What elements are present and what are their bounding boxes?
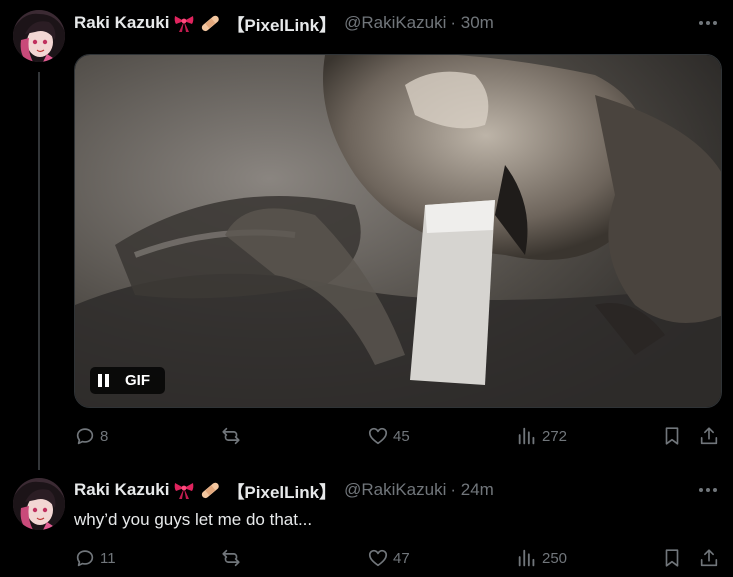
like-count: 47 — [393, 549, 410, 567]
reply-icon — [76, 428, 94, 445]
views-icon — [518, 549, 535, 567]
gif-label: GIF — [125, 372, 150, 389]
affiliation-label: 【PixelLink】 — [227, 482, 337, 502]
bandage-icon — [199, 13, 221, 33]
bookmark-button[interactable] — [661, 546, 683, 570]
share-icon — [700, 427, 718, 445]
reply-button[interactable]: 11 — [74, 546, 116, 570]
share-button[interactable] — [698, 424, 720, 448]
share-button[interactable] — [698, 546, 720, 570]
views-button[interactable]: 250 — [516, 546, 567, 570]
author-name[interactable]: Raki Kazuki — [74, 13, 169, 33]
ribbon-icon — [173, 480, 195, 500]
view-count: 272 — [542, 427, 568, 445]
like-button[interactable]: 45 — [367, 424, 410, 448]
tweet-actions: 8 45 272 — [74, 424, 724, 448]
avatar[interactable] — [13, 478, 65, 530]
gif-badge[interactable]: GIF — [90, 367, 165, 394]
more-options-icon[interactable] — [697, 480, 719, 500]
reply-count: 8 — [100, 427, 109, 445]
bookmark-button[interactable] — [661, 424, 683, 448]
retweet-icon — [222, 549, 240, 567]
tweet-header: Raki Kazuki 【PixelLink】 @RakiKazuki · 30… — [74, 12, 494, 35]
bandage-icon — [199, 480, 221, 500]
gif-frame — [75, 55, 721, 407]
reply-icon — [76, 550, 94, 567]
reply-count: 11 — [100, 549, 116, 567]
like-count: 45 — [393, 427, 410, 445]
timestamp[interactable]: · 30m — [450, 13, 493, 33]
tweet-2[interactable]: Raki Kazuki 【PixelLink】 @RakiKazuki · 24… — [0, 470, 733, 577]
avatar[interactable] — [13, 10, 65, 62]
pause-icon[interactable] — [98, 374, 110, 387]
tweet-text: why’d you guys let me do that... — [74, 510, 313, 529]
author-handle[interactable]: @RakiKazuki — [344, 13, 446, 33]
reply-button[interactable]: 8 — [74, 424, 108, 448]
author-name[interactable]: Raki Kazuki — [74, 480, 169, 500]
author-handle[interactable]: @RakiKazuki — [344, 480, 446, 500]
retweet-button[interactable] — [220, 424, 242, 448]
like-icon — [368, 427, 388, 445]
bookmark-icon — [665, 549, 679, 567]
share-icon — [700, 549, 718, 567]
tweet-header: Raki Kazuki 【PixelLink】 @RakiKazuki · 24… — [74, 479, 494, 502]
view-count: 250 — [542, 549, 568, 567]
affiliation-label: 【PixelLink】 — [227, 15, 337, 35]
timestamp[interactable]: · 24m — [450, 480, 493, 500]
more-options-icon[interactable] — [697, 13, 719, 33]
tweet-1[interactable]: Raki Kazuki 【PixelLink】 @RakiKazuki · 30… — [0, 0, 733, 470]
ribbon-icon — [173, 13, 195, 33]
retweet-icon — [222, 427, 240, 445]
like-button[interactable]: 47 — [367, 546, 410, 570]
retweet-button[interactable] — [220, 546, 242, 570]
bookmark-icon — [665, 427, 679, 445]
gif-media[interactable]: GIF — [74, 54, 722, 408]
views-button[interactable]: 272 — [516, 424, 567, 448]
tweet-actions: 11 47 250 — [74, 546, 724, 570]
like-icon — [368, 549, 388, 567]
views-icon — [518, 427, 535, 445]
thread-line — [38, 72, 40, 470]
